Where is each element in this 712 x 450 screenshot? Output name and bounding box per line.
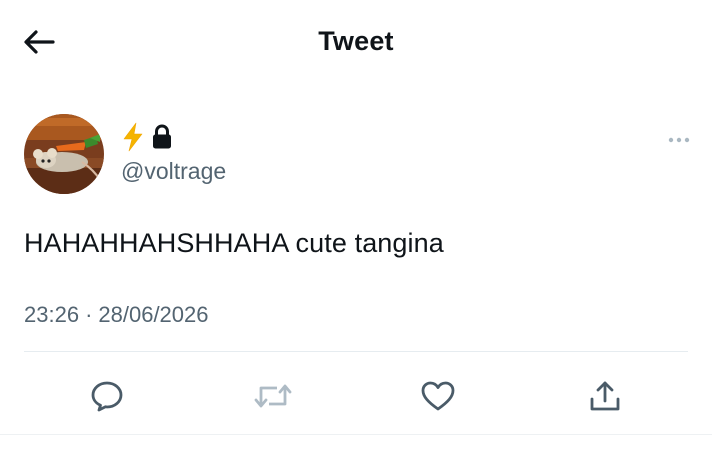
share-icon	[590, 381, 620, 411]
more-options-button[interactable]	[664, 130, 694, 150]
divider	[24, 351, 688, 352]
reply-button[interactable]	[87, 376, 127, 416]
lightning-bolt-emoji	[123, 122, 143, 152]
user-handle[interactable]: @voltrage	[121, 158, 226, 185]
like-button[interactable]	[418, 376, 458, 416]
tweet-time: 23:26	[24, 302, 80, 327]
retweet-icon	[254, 384, 292, 408]
lock-icon	[153, 124, 171, 149]
tweet-detail-screen: Tweet @voltrage HAHAHHAHSHHAHA cute tang…	[0, 0, 712, 450]
share-button[interactable]	[585, 376, 625, 416]
display-name[interactable]	[121, 121, 173, 153]
tweet-timestamp[interactable]: 23:26 · 28/06/2026	[24, 302, 209, 328]
bottom-divider	[0, 434, 712, 435]
reply-icon	[91, 381, 123, 412]
avatar[interactable]	[24, 114, 104, 194]
page-title: Tweet	[318, 26, 394, 56]
tweet-text: HAHAHHAHSHHAHA cute tangina	[24, 228, 444, 258]
tweet-date: 28/06/2026	[98, 302, 209, 327]
more-dots-icon	[668, 137, 690, 143]
timestamp-separator: ·	[85, 302, 93, 327]
retweet-button[interactable]	[253, 376, 293, 416]
heart-icon	[421, 381, 455, 411]
avatar-image	[24, 114, 104, 194]
